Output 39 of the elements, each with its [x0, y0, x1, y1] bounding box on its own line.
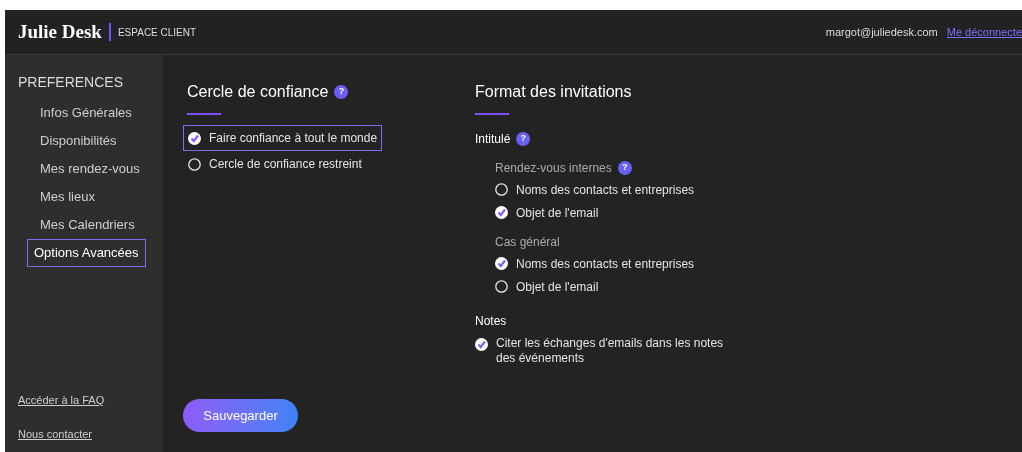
radio-option[interactable]: Faire confiance à tout le monde	[183, 125, 383, 151]
option-label: Objet de l'email	[516, 278, 599, 296]
option-label: Noms des contacts et entreprises	[516, 255, 695, 273]
subsection-heading: Notes	[475, 313, 508, 330]
footer-link[interactable]: Nous contacter	[18, 425, 163, 442]
empty-radio-icon[interactable]	[495, 280, 508, 293]
logo: Julie Desk	[18, 19, 102, 44]
sidebar-item[interactable]: Infos Générales	[34, 100, 138, 126]
empty-radio-icon[interactable]	[495, 183, 508, 196]
checked-radio-icon[interactable]	[495, 206, 508, 219]
save-button[interactable]: Sauvegarder	[183, 399, 298, 432]
radio-option[interactable]: Cercle de confiance restreint	[183, 151, 367, 177]
group-label: Cas général	[495, 234, 560, 251]
logout-link[interactable]: Me déconnecte	[946, 23, 1022, 41]
option-label: Cercle de confiance restreint	[209, 156, 362, 173]
section-heading: Cercle de confiance	[187, 82, 329, 102]
sidebar-item[interactable]: Mes Calendriers	[34, 212, 141, 238]
subsection-heading: Intitulé	[475, 131, 511, 148]
checked-radio-icon[interactable]	[495, 257, 508, 270]
sidebar-heading: PREFERENCES	[18, 73, 125, 92]
option-label: Objet de l'email	[516, 204, 599, 222]
checked-radio-icon[interactable]	[188, 131, 201, 145]
checked-radio-icon[interactable]	[475, 338, 488, 351]
section-heading: Format des invitations	[475, 82, 633, 102]
help-icon[interactable]: ?	[334, 85, 349, 99]
option-label: Faire confiance à tout le monde	[209, 130, 378, 147]
section-title: ESPACE CLIENT	[117, 25, 197, 40]
option-label: Citer les échanges d'emails dans les notes des événements	[496, 336, 725, 366]
sidebar-item[interactable]: Disponibilités	[34, 128, 123, 154]
footer-link[interactable]: Accéder à la FAQ	[18, 392, 163, 409]
empty-radio-icon[interactable]	[188, 157, 201, 171]
help-icon[interactable]: ?	[516, 132, 531, 146]
help-icon[interactable]: ?	[617, 161, 632, 175]
sidebar-item[interactable]: Mes lieux	[34, 184, 101, 210]
sidebar-item[interactable]: Mes rendez-vous	[34, 156, 146, 182]
user-email: margot@juliedesk.com	[825, 24, 938, 40]
sidebar-item[interactable]: Options Avancées	[27, 239, 146, 267]
group-label: Rendez-vous internes	[495, 160, 612, 177]
option-label: Noms des contacts et entreprises	[516, 181, 695, 199]
